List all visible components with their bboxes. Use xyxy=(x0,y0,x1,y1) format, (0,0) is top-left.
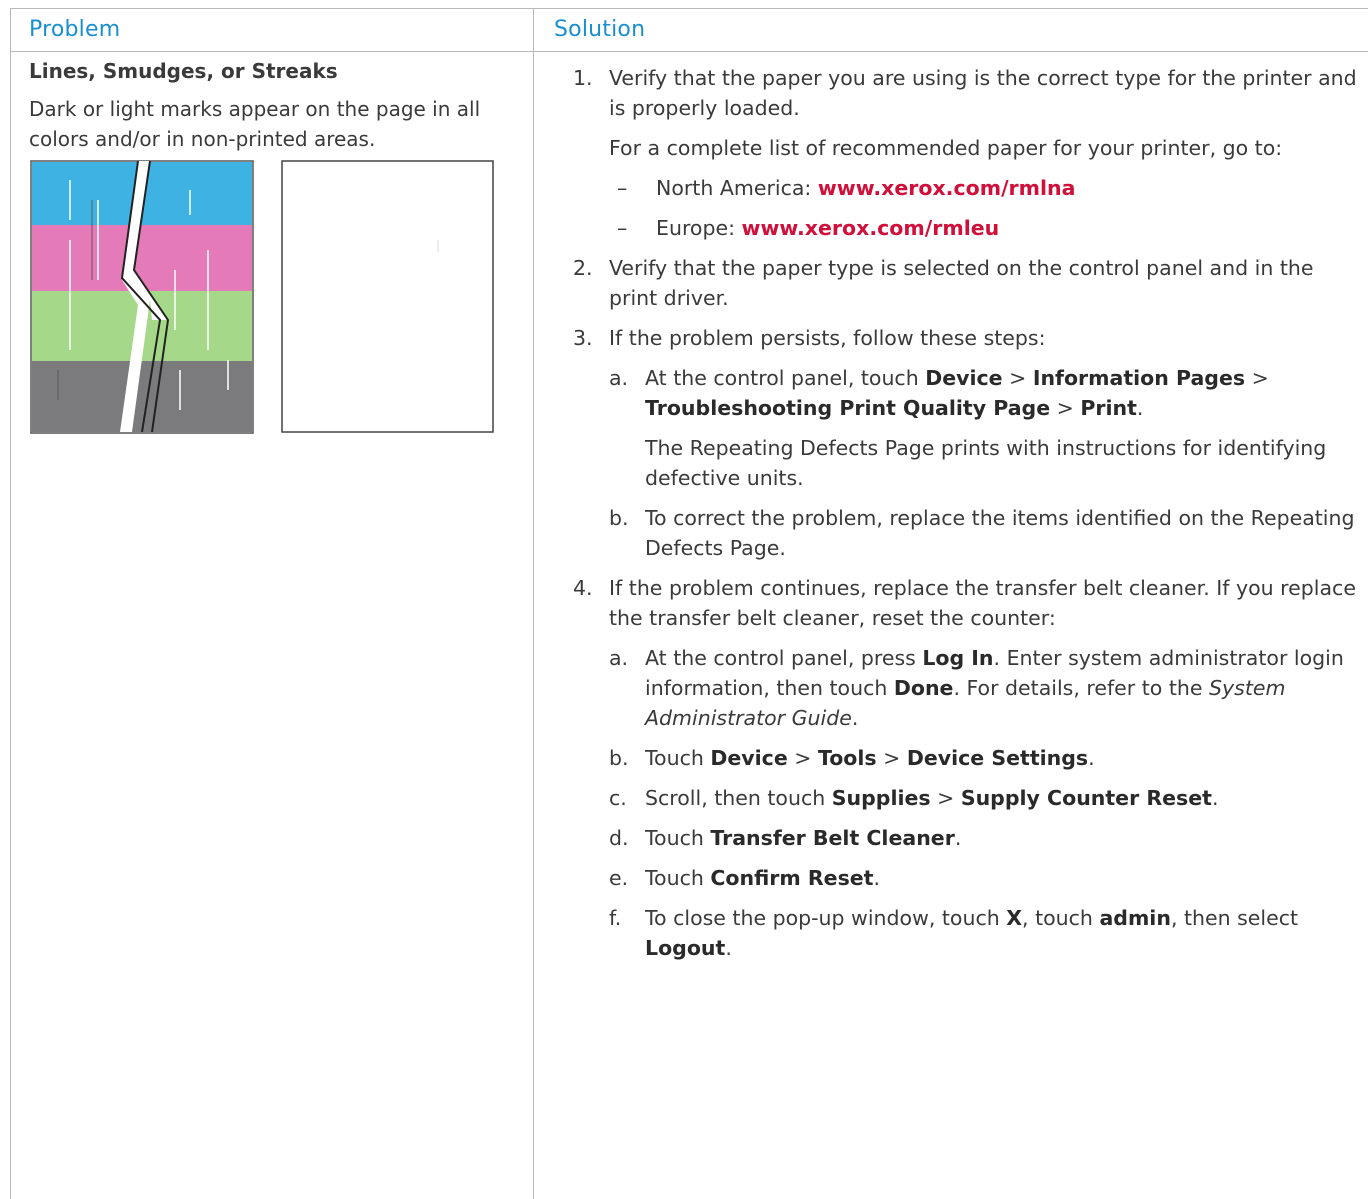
substep-note: The Repeating Defects Page prints with i… xyxy=(645,436,1327,490)
text-run: . xyxy=(851,706,859,730)
text-run: . xyxy=(1088,746,1095,770)
substep-letter: b. xyxy=(609,746,629,770)
substep-4f: f. To close the pop-up window, touch X, … xyxy=(609,903,1363,963)
ui-term: Log In xyxy=(922,646,994,670)
solution-step-1: 1. Verify that the paper you are using i… xyxy=(573,63,1363,243)
substep-4b: b. Touch Device > Tools > Device Setting… xyxy=(609,743,1363,773)
step-text: Verify that the paper you are using is t… xyxy=(609,66,1357,120)
text-run: . xyxy=(1136,396,1144,420)
solution-column-header: Solution xyxy=(554,17,646,42)
text-run: At the control panel, press xyxy=(645,646,923,670)
separator: > xyxy=(1245,366,1269,390)
substep-text: Scroll, then touch Supplies > Supply Cou… xyxy=(645,783,1363,813)
blank-page-illustration xyxy=(281,160,494,433)
region-label: Europe: xyxy=(656,216,742,240)
separator: > xyxy=(876,746,907,770)
header-divider xyxy=(11,51,1368,52)
substep-letter: a. xyxy=(609,646,629,670)
substep-letter: f. xyxy=(609,906,622,930)
solution-cell: 1. Verify that the paper you are using i… xyxy=(573,63,1363,973)
substep-3a: a. At the control panel, touch Device > … xyxy=(609,363,1363,493)
substep-text: Touch Device > Tools > Device Settings. xyxy=(645,743,1363,773)
text-run: , then select xyxy=(1170,906,1299,930)
text-run: . xyxy=(1211,786,1219,810)
substep-text: At the control panel, press Log In. Ente… xyxy=(645,643,1363,733)
ui-term: Supply Counter Reset xyxy=(960,786,1212,810)
text-run: Touch xyxy=(645,746,711,770)
dash-bullet: – xyxy=(617,176,628,200)
ui-term: Logout xyxy=(645,936,726,960)
substep-4d: d. Touch Transfer Belt Cleaner. xyxy=(609,823,1363,853)
solution-step-4: 4. If the problem continues, replace the… xyxy=(573,573,1363,963)
separator: > xyxy=(1050,396,1081,420)
separator: > xyxy=(787,746,818,770)
step-number: 2. xyxy=(573,256,593,280)
problem-cell: Lines, Smudges, or Streaks Dark or light… xyxy=(29,57,519,440)
solution-step-3: 3. If the problem persists, follow these… xyxy=(573,323,1363,563)
text-run: . xyxy=(954,826,962,850)
ui-term: Tools xyxy=(817,746,877,770)
problem-column-header: Problem xyxy=(29,17,121,42)
text-run: To close the pop-up window, touch xyxy=(645,906,1007,930)
ui-term: Confirm Reset xyxy=(710,866,874,890)
separator: > xyxy=(930,786,961,810)
substep-4a: a. At the control panel, press Log In. E… xyxy=(609,643,1363,733)
substep-letter: d. xyxy=(609,826,629,850)
column-divider xyxy=(533,9,534,1199)
substep-letter: e. xyxy=(609,866,629,890)
troubleshooting-table: Problem Solution Lines, Smudges, or Stre… xyxy=(10,8,1368,1199)
text-run: . xyxy=(725,936,732,960)
text-run: . xyxy=(873,866,881,890)
ui-term: X xyxy=(1006,906,1023,930)
list-item-europe: – Europe: www.xerox.com/rmleu xyxy=(609,213,1363,243)
step-number: 4. xyxy=(573,576,593,600)
text-run: , touch xyxy=(1022,906,1100,930)
text-run: Touch xyxy=(645,826,711,850)
substep-letter: c. xyxy=(609,786,627,810)
ui-term: Information Pages xyxy=(1032,366,1246,390)
substep-text: To close the pop-up window, touch X, tou… xyxy=(645,903,1363,963)
ui-term: Transfer Belt Cleaner xyxy=(710,826,955,850)
text-run: At the control panel, touch xyxy=(645,366,926,390)
substep-4e: e. Touch Confirm Reset. xyxy=(609,863,1363,893)
substep-letter: a. xyxy=(609,366,629,390)
text-run: . For details, refer to the xyxy=(953,676,1209,700)
problem-title: Lines, Smudges, or Streaks xyxy=(29,59,338,83)
step-text: If the problem continues, replace the tr… xyxy=(609,576,1356,630)
ui-term: Troubleshooting Print Quality Page xyxy=(645,396,1051,420)
region-label: North America: xyxy=(656,176,818,200)
substep-text: Touch Confirm Reset. xyxy=(645,863,1363,893)
substep-letter: b. xyxy=(609,506,629,530)
step-number: 3. xyxy=(573,326,593,350)
substep-text: To correct the problem, replace the item… xyxy=(645,506,1355,560)
ui-term: Device xyxy=(710,746,788,770)
substep-4c: c. Scroll, then touch Supplies > Supply … xyxy=(609,783,1363,813)
link-rmleu[interactable]: www.xerox.com/rmleu xyxy=(742,216,1000,240)
ui-term: admin xyxy=(1099,906,1171,930)
text-run: Scroll, then touch xyxy=(645,786,832,810)
defect-illustrations xyxy=(29,160,519,440)
step-number: 1. xyxy=(573,66,593,90)
ui-term: Supplies xyxy=(831,786,931,810)
step-text: If the problem persists, follow these st… xyxy=(609,326,1046,350)
step-note: For a complete list of recommended paper… xyxy=(609,136,1283,160)
text-run: Touch xyxy=(645,866,711,890)
streaked-color-print-illustration xyxy=(30,160,254,434)
separator: > xyxy=(1002,366,1033,390)
dash-bullet: – xyxy=(617,216,628,240)
ui-term: Device Settings xyxy=(906,746,1089,770)
list-item-north-america: – North America: www.xerox.com/rmlna xyxy=(609,173,1363,203)
problem-description: Dark or light marks appear on the page i… xyxy=(29,97,481,151)
ui-term: Device xyxy=(925,366,1003,390)
step-text: Verify that the paper type is selected o… xyxy=(609,256,1314,310)
substep-text: At the control panel, touch Device > Inf… xyxy=(645,363,1363,423)
ui-term: Done xyxy=(893,676,954,700)
link-rmlna[interactable]: www.xerox.com/rmlna xyxy=(818,176,1076,200)
solution-step-2: 2. Verify that the paper type is selecte… xyxy=(573,253,1363,313)
substep-3b: b. To correct the problem, replace the i… xyxy=(609,503,1363,563)
ui-term: Print xyxy=(1080,396,1137,420)
substep-text: Touch Transfer Belt Cleaner. xyxy=(645,823,1363,853)
